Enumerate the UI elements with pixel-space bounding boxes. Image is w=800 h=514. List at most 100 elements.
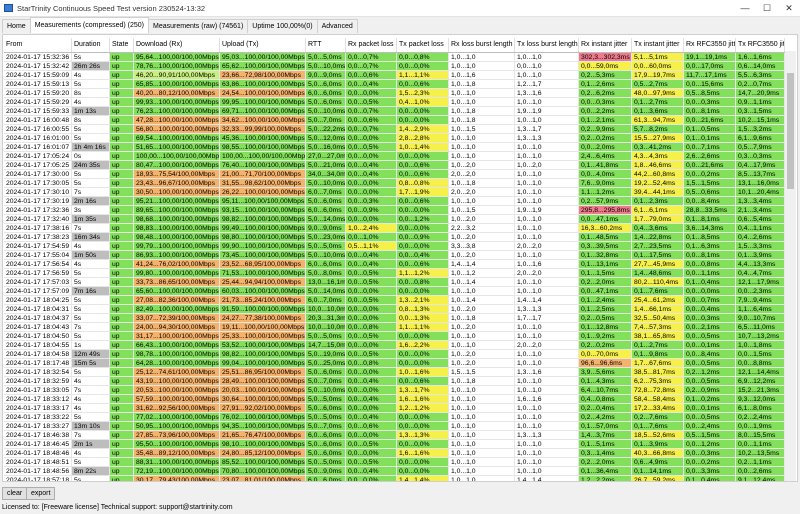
table-cell: 5,0...7,0ms [306, 377, 346, 386]
table-row[interactable]: 2024-01-17 18:33:05 7s up 20,53...100,00/10… [4, 386, 785, 395]
table-row[interactable]: 2024-01-17 17:57:09 7m 16s up 65,60...100,0… [4, 287, 785, 296]
table-cell: 31,17...100,00/100,00Mbps [134, 332, 220, 341]
table-row[interactable]: 2024-01-17 17:56:54 4s up 41,24...76,02/100… [4, 260, 785, 269]
table-cell: 80,47...100,00/100,00Mbps [134, 161, 220, 170]
table-row[interactable]: 2024-01-17 18:48:46 4s up 35,48...89,12/100… [4, 449, 785, 458]
table-row[interactable]: 2024-01-17 18:04:31 5s up 82,49...100,00/10… [4, 305, 785, 314]
table-row[interactable]: 2024-01-17 17:38:16 7s up 98,83...100,00/10… [4, 224, 785, 233]
table-cell: 2,0...2,0 [515, 341, 579, 350]
table-cell: 0,0...0,8% [397, 278, 449, 287]
table-row[interactable]: 2024-01-17 18:33:22 5s up 77,02...100,00/10… [4, 413, 785, 422]
table-cell: 96,6...96,6ms [579, 359, 632, 368]
column-header[interactable]: Tx instant jitter [632, 38, 684, 52]
table-row[interactable]: 2024-01-17 16:01:00 5s up 69,54...100,00/10… [4, 134, 785, 143]
table-cell: 1,4...48,6ms [632, 269, 684, 278]
table-row[interactable]: 2024-01-17 15:59:20 8s up 40,20...80,12/100… [4, 89, 785, 98]
column-header[interactable]: Download (Rx) [134, 38, 220, 52]
table-cell: 0,6...5,4ms [736, 215, 785, 224]
table-row[interactable]: 2024-01-17 17:38:23 16m 34s up 98,48...100,… [4, 233, 785, 242]
maximize-icon[interactable]: ☐ [756, 0, 778, 17]
table-row[interactable]: 2024-01-17 18:04:58 12m 49s up 98,78...100,… [4, 350, 785, 359]
table-cell: 1,4...3,7ms [579, 431, 632, 440]
table-cell: 12m 49s [72, 350, 110, 359]
clear-button[interactable]: clear [2, 487, 28, 500]
table-row[interactable]: 2024-01-17 18:33:17 4s up 31,62...92,56/100… [4, 404, 785, 413]
table-row[interactable]: 2024-01-17 18:46:38 7s up 27,85...73,96/100… [4, 431, 785, 440]
table-row[interactable]: 2024-01-17 15:59:09 4s up 46,20...90,91/100… [4, 71, 785, 80]
table-row[interactable]: 2024-01-17 17:30:10 7s up 30,50...100,00/10… [4, 188, 785, 197]
tab-3[interactable]: Uptime 100,00%(0) [247, 19, 318, 33]
table-row[interactable]: 2024-01-17 17:30:19 2m 16s up 95,21...100,0… [4, 197, 785, 206]
table-row[interactable]: 2024-01-17 18:48:51 5s up 88,31...100,00/10… [4, 458, 785, 467]
table-cell: 0,0...0,1ms [684, 341, 736, 350]
column-header[interactable]: Rx instant jitter [579, 38, 632, 52]
table-row[interactable]: 2024-01-17 16:01:07 1h 4m 16s up 51,65...10… [4, 143, 785, 152]
column-header[interactable]: Rx packet loss [346, 38, 397, 52]
table-cell: 77,02...100,00/100,00Mbps [134, 413, 220, 422]
table-row[interactable]: 2024-01-17 17:30:00 5s up 18,93...75,54/100… [4, 170, 785, 179]
table-row[interactable]: 2024-01-17 15:32:36 5s up 95,64...100,00/10… [4, 53, 785, 62]
table-cell: 38,5...81,7ms [632, 368, 684, 377]
table-row[interactable]: 2024-01-17 17:57:03 5s up 33,73...86,65/100… [4, 278, 785, 287]
table-row[interactable]: 2024-01-17 17:32:36 3s up 89,65...100,00/10… [4, 206, 785, 215]
table-cell: 10,2...13,5ms [736, 449, 785, 458]
tab-0[interactable]: Home [2, 19, 31, 33]
table-cell: up [110, 449, 134, 458]
table-cell: 69,54...100,00/100,00Mbps [134, 134, 220, 143]
table-cell: 0,0...0,0% [346, 134, 397, 143]
column-header[interactable]: State [110, 38, 134, 52]
table-row[interactable]: 2024-01-17 15:59:13 5s up 65,85...100,00/10… [4, 80, 785, 89]
column-header[interactable]: Tx packet loss [397, 38, 449, 52]
column-header[interactable]: RTT [306, 38, 346, 52]
column-header[interactable]: Rx loss burst length [449, 38, 515, 52]
table-row[interactable]: 2024-01-17 18:32:54 5s up 25,12...74,61/100… [4, 368, 785, 377]
table-row[interactable]: 2024-01-17 18:04:43 7s up 24,00...94,30/100… [4, 323, 785, 332]
table-row[interactable]: 2024-01-17 18:33:12 4s up 57,59...100,00/10… [4, 395, 785, 404]
tab-4[interactable]: Advanced [316, 19, 358, 33]
close-icon[interactable]: ✕ [778, 0, 800, 17]
table-row[interactable]: 2024-01-17 18:33:27 13m 10s up 50,95...100,… [4, 422, 785, 431]
table-row[interactable]: 2024-01-17 15:32:42 26m 26s up 78,76...100,… [4, 62, 785, 71]
table-row[interactable]: 2024-01-17 15:59:33 1m 13s up 76,23...100,0… [4, 107, 785, 116]
table-cell: 5,0...6,0ms [306, 449, 346, 458]
table-row[interactable]: 2024-01-17 18:04:50 5s up 31,17...100,00/10… [4, 332, 785, 341]
vertical-scrollbar[interactable] [785, 51, 796, 481]
column-header[interactable]: Duration [72, 38, 110, 52]
table-row[interactable]: 2024-01-17 16:00:55 5s up 56,80...100,00/10… [4, 125, 785, 134]
table-cell: 0,0...0,0% [346, 449, 397, 458]
column-header[interactable]: Tx RFC3550 jitter [736, 38, 785, 52]
scrollbar-thumb[interactable] [787, 73, 794, 189]
table-row[interactable]: 2024-01-17 16:00:48 8s up 47,28...100,00/10… [4, 116, 785, 125]
column-header[interactable]: Rx RFC3550 jitter [684, 38, 736, 52]
column-header[interactable]: Upload (Tx) [220, 38, 306, 52]
table-row[interactable]: 2024-01-17 17:55:04 1m 50s up 86,93...100,0… [4, 251, 785, 260]
table-row[interactable]: 2024-01-17 15:59:29 4s up 99,93...100,00/10… [4, 98, 785, 107]
table-row[interactable]: 2024-01-17 18:04:55 1s up 66,43...100,00/10… [4, 341, 785, 350]
table-row[interactable]: 2024-01-17 18:32:59 4s up 43,19...100,00/10… [4, 377, 785, 386]
table-row[interactable]: 2024-01-17 18:46:45 2m 1s up 95,50...100,00… [4, 440, 785, 449]
table-cell: up [110, 422, 134, 431]
column-header[interactable]: From [4, 38, 72, 52]
table-row[interactable]: 2024-01-17 17:05:25 24m 35s up 80,47...100,… [4, 161, 785, 170]
table-row[interactable]: 2024-01-17 17:54:59 4s up 99,79...100,00/10… [4, 242, 785, 251]
column-header[interactable]: Tx loss burst length [515, 38, 579, 52]
table-cell: 5,0...6,0ms [306, 440, 346, 449]
table-row[interactable]: 2024-01-17 18:17:48 15m 5s up 64,28...100,0… [4, 359, 785, 368]
table-cell: 15m 5s [72, 359, 110, 368]
table-row[interactable]: 2024-01-17 18:57:18 5s up 30,17...79,43/100… [4, 476, 785, 481]
table-row[interactable]: 2024-01-17 17:30:05 5s up 23,43...96,67/100… [4, 179, 785, 188]
table-row[interactable]: 2024-01-17 17:05:24 0s up 100,00...100,00/1… [4, 152, 785, 161]
tab-1[interactable]: Measurements (compressed) (250) [29, 17, 150, 33]
table-cell: 2024-01-17 18:04:50 [4, 332, 72, 341]
table-row[interactable]: 2024-01-17 18:04:37 5s up 33,07...72,39/100… [4, 314, 785, 323]
table-row[interactable]: 2024-01-17 17:56:59 5s up 99,80...100,00/10… [4, 269, 785, 278]
table-cell: 0,4...1,1ms [736, 224, 785, 233]
table-row[interactable]: 2024-01-17 17:32:40 1m 35s up 98,68...100,0… [4, 215, 785, 224]
table-cell: 0,3...39,5ms [579, 242, 632, 251]
tab-2[interactable]: Measurements (raw) (74561) [148, 19, 249, 33]
table-row[interactable]: 2024-01-17 18:48:56 8m 22s up 72,19...100,0… [4, 467, 785, 476]
export-button[interactable]: export [26, 487, 56, 500]
table-cell: 95,50...100,00/100,00Mbps [134, 440, 220, 449]
table-row[interactable]: 2024-01-17 18:04:25 5s up 27,08...82,36/100… [4, 296, 785, 305]
minimize-icon[interactable]: — [734, 0, 756, 17]
